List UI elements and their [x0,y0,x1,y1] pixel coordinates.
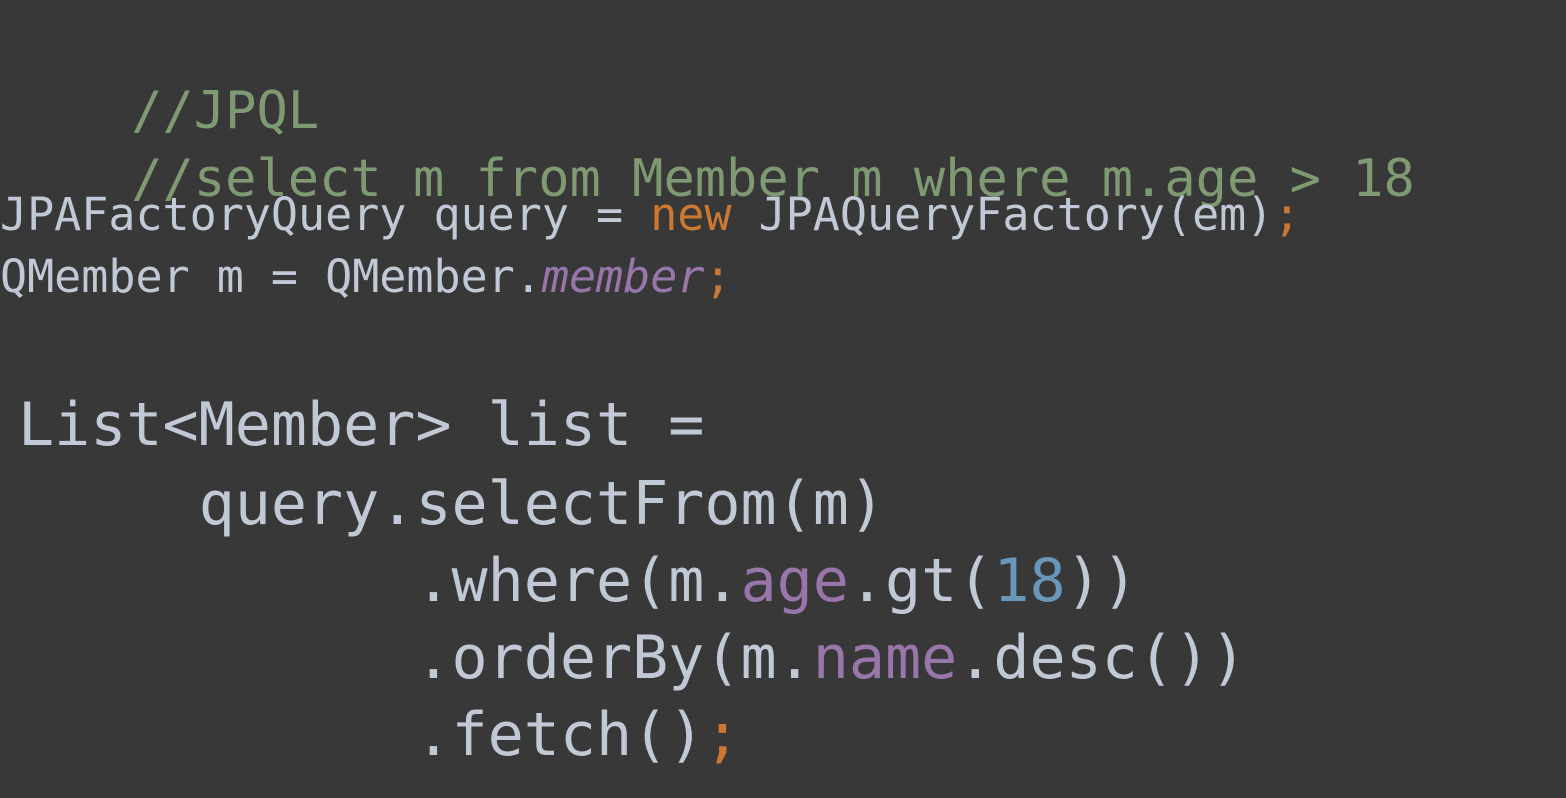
static-field-token: member [541,250,705,303]
code-line-fetch-call: .fetch(); [18,705,740,765]
code-token: List<Member> list = [18,390,705,460]
code-token: .desc()) [957,623,1247,693]
code-token: )) [1065,546,1138,616]
field-token: age [740,546,849,616]
code-line-query-factory-decl: JPAFactoryQuery query = new JPAQueryFact… [0,192,1300,237]
code-token: .orderBy(m. [18,623,813,693]
semicolon-token: ; [1273,188,1301,241]
code-line-where-call: .where(m.age.gt(18)) [18,551,1138,611]
code-token: JPAFactoryQuery query = [0,188,651,241]
code-token: .gt( [848,546,994,616]
code-token: QMember m = QMember. [0,250,542,303]
semicolon-token: ; [704,250,732,303]
number-token: 18 [993,546,1066,616]
code-line-select-from-call: query.selectFrom(m) [18,474,885,534]
code-token: .fetch() [18,700,705,770]
keyword-token: new [650,188,732,241]
code-editor[interactable]: //JPQL //select m from Member m where m.… [0,0,1566,798]
code-token: query.selectFrom(m) [18,469,885,539]
code-token: .where(m. [18,546,741,616]
code-line-order-by-call: .orderBy(m.name.desc()) [18,628,1246,688]
code-line-qmember-decl: QMember m = QMember.member; [0,254,732,299]
semicolon-token: ; [704,700,741,770]
code-line-list-decl: List<Member> list = [18,395,704,455]
field-token: name [812,623,958,693]
code-token: JPAQueryFactory(em) [731,188,1274,241]
